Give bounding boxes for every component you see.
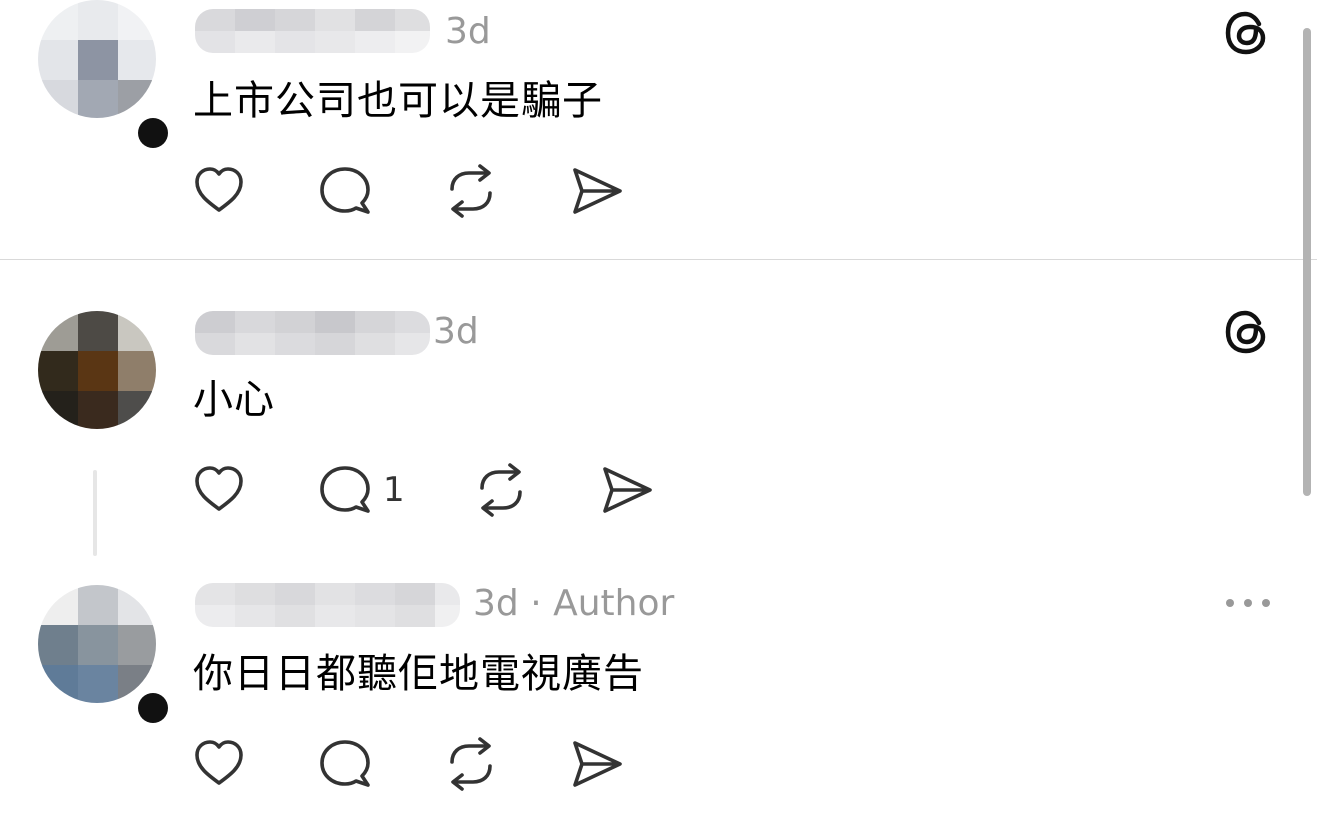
- send-icon: [573, 168, 622, 214]
- avatar[interactable]: [38, 0, 156, 118]
- avatar[interactable]: [38, 585, 156, 703]
- send-icon: [573, 741, 622, 787]
- more-options-icon[interactable]: [1224, 593, 1272, 613]
- post-meta: 3d: [445, 10, 491, 54]
- repost-icon: [450, 164, 492, 218]
- reply-button[interactable]: [317, 736, 373, 792]
- share-button[interactable]: [569, 163, 625, 219]
- scrollbar[interactable]: [1303, 28, 1311, 496]
- repost-button[interactable]: [443, 163, 499, 219]
- heart-icon: [195, 167, 243, 212]
- repost-button[interactable]: [473, 462, 529, 518]
- author-tag: · Author: [518, 583, 675, 624]
- like-button[interactable]: [191, 163, 247, 219]
- speech-bubble-icon: [320, 466, 370, 513]
- post-text: 小心: [193, 377, 275, 423]
- timestamp: 3d: [433, 311, 479, 352]
- threads-logo-icon[interactable]: [1223, 308, 1271, 356]
- post-meta: 3d · Author: [473, 582, 674, 626]
- repost-icon: [450, 737, 492, 791]
- username-blurred[interactable]: [195, 583, 460, 627]
- post-meta: 3d: [433, 310, 479, 354]
- like-button[interactable]: [191, 462, 247, 518]
- repost-button[interactable]: [443, 736, 499, 792]
- speech-bubble-icon: [320, 740, 370, 787]
- username-blurred[interactable]: [195, 311, 430, 355]
- timestamp: 3d: [445, 11, 491, 52]
- avatar-badge: [138, 693, 168, 723]
- thread-connector-line: [93, 470, 97, 556]
- reply-button[interactable]: [317, 163, 373, 219]
- post-text: 上市公司也可以是騙子: [193, 78, 603, 124]
- post-text: 你日日都聽佢地電視廣告: [193, 651, 644, 697]
- share-button[interactable]: [599, 462, 655, 518]
- threads-logo-icon[interactable]: [1223, 9, 1271, 57]
- avatar[interactable]: [38, 311, 156, 429]
- like-button[interactable]: [191, 736, 247, 792]
- reply-count: 1: [383, 470, 405, 510]
- send-icon: [603, 467, 652, 513]
- reply-button[interactable]: [317, 462, 373, 518]
- timestamp: 3d: [473, 583, 519, 624]
- divider: [0, 259, 1317, 260]
- heart-icon: [195, 740, 243, 785]
- threads-reply-list: 3d 上市公司也可以是騙子 3d 小心 1 3d · Author 你日日都聽佢…: [0, 0, 1317, 825]
- username-blurred[interactable]: [195, 9, 430, 53]
- speech-bubble-icon: [320, 167, 370, 214]
- avatar-badge: [138, 118, 168, 148]
- heart-icon: [195, 466, 243, 511]
- repost-icon: [480, 463, 522, 517]
- share-button[interactable]: [569, 736, 625, 792]
